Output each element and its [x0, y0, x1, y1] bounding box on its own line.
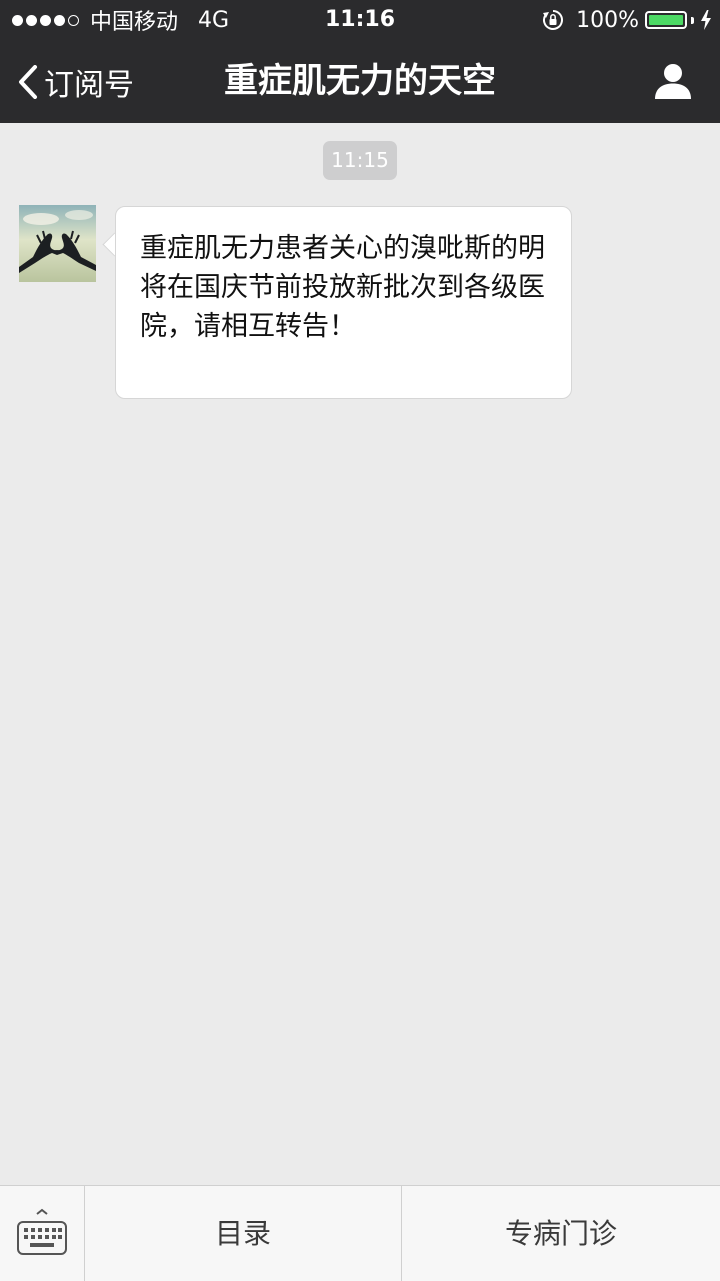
avatar-image: [19, 205, 96, 282]
page-title: 重症肌无力的天空: [224, 61, 496, 101]
message-timestamp: 11:15: [323, 141, 397, 180]
battery-fill: [649, 15, 683, 25]
back-label: 订阅号: [44, 67, 134, 103]
nav-bar: 订阅号 重症肌无力的天空: [0, 40, 720, 123]
status-bar: 中国移动 4G 11:16 100%: [0, 0, 720, 40]
rotation-lock-icon: [543, 10, 564, 30]
battery-nub: [691, 16, 694, 24]
battery-icon: [645, 11, 687, 29]
status-right: 100%: [542, 0, 712, 40]
profile-icon[interactable]: [654, 62, 692, 100]
menu-item-catalog[interactable]: 目录: [85, 1186, 401, 1281]
avatar[interactable]: [19, 205, 96, 282]
menu-item-specialty-clinic[interactable]: 专病门诊: [402, 1186, 720, 1281]
keyboard-toggle-button[interactable]: [0, 1186, 84, 1281]
charging-bolt-icon: [701, 10, 711, 30]
back-button[interactable]: 订阅号: [18, 40, 134, 123]
battery-percent: 100%: [576, 7, 639, 33]
keyboard-icon: [17, 1208, 67, 1255]
back-chevron-icon: [19, 64, 37, 99]
message-bubble[interactable]: 重症肌无力患者关心的溴吡斯的明将在国庆节前投放新批次到各级医院，请相互转告！: [115, 206, 572, 399]
bottom-menu-bar: 目录 专病门诊: [0, 1185, 720, 1281]
message-text: 重症肌无力患者关心的溴吡斯的明将在国庆节前投放新批次到各级医院，请相互转告！: [140, 233, 545, 342]
